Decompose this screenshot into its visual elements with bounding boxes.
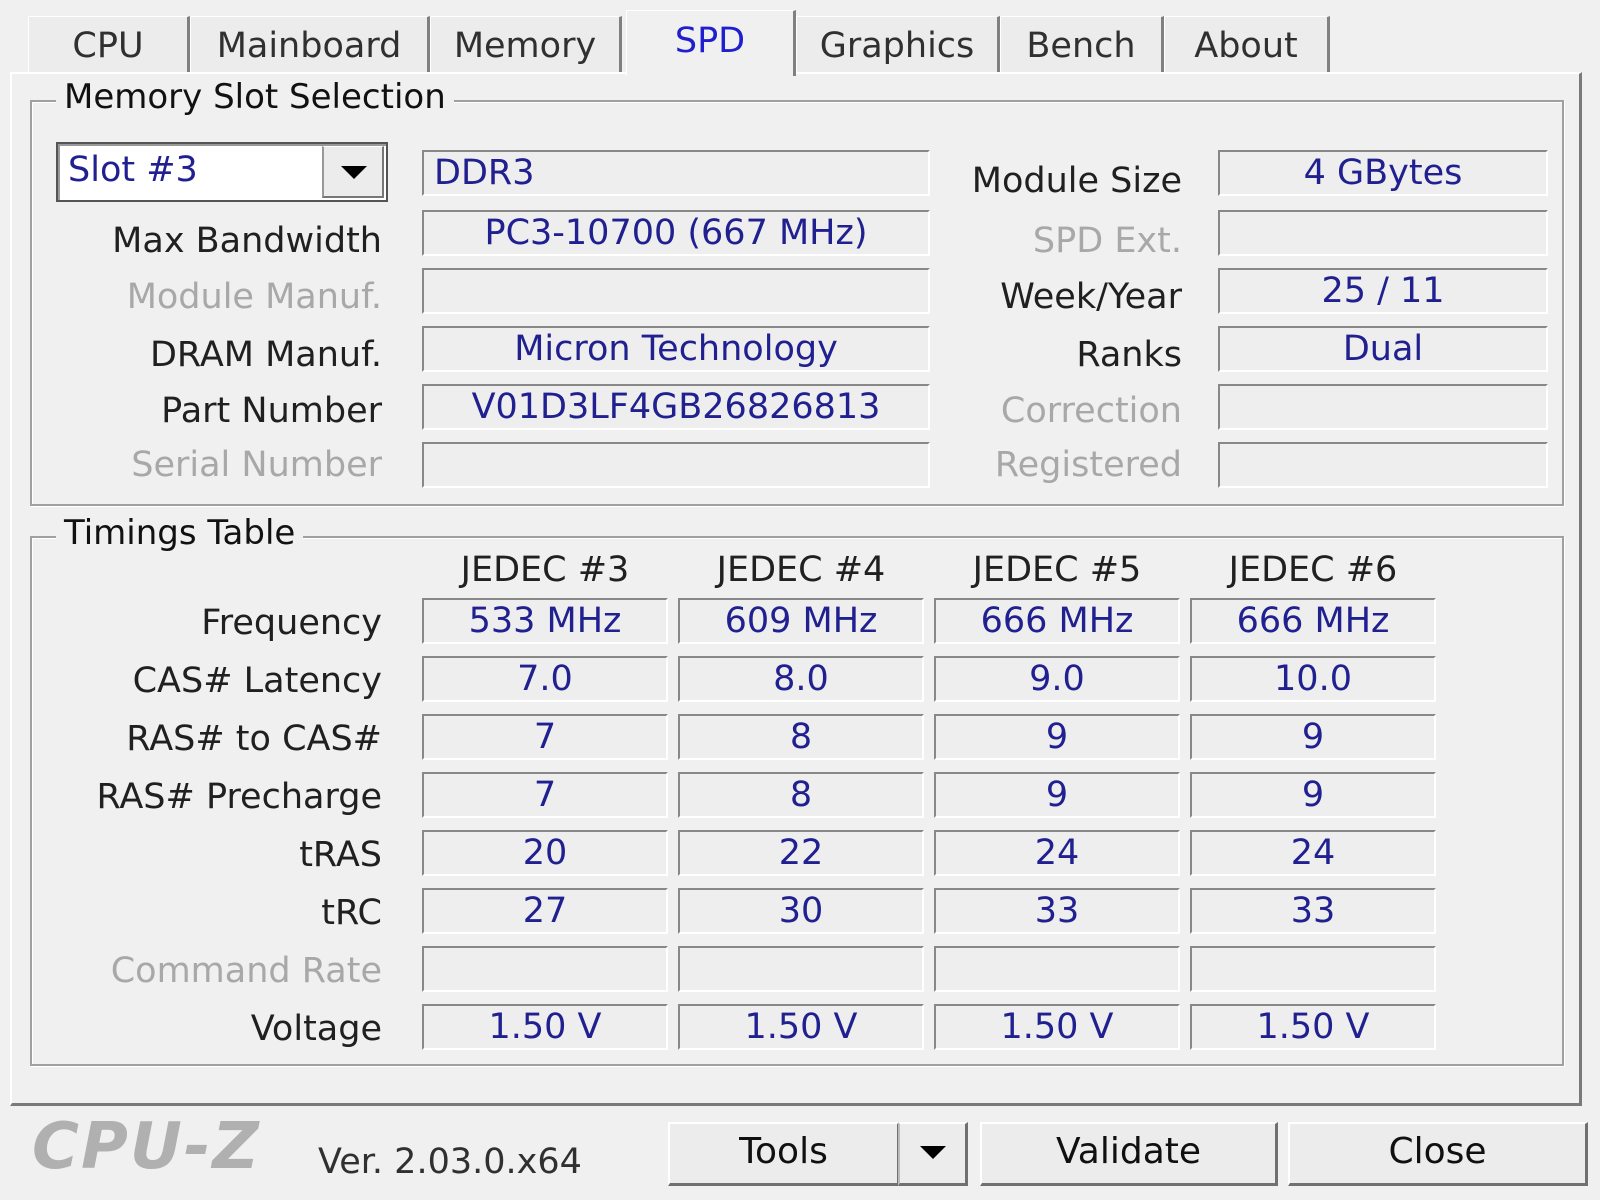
timing-cell: 9.0: [934, 656, 1180, 702]
timing-cell: 30: [678, 888, 924, 934]
timing-cell: 1.50 V: [422, 1004, 668, 1050]
timing-cell: 10.0: [1190, 656, 1436, 702]
validate-button[interactable]: Validate: [980, 1122, 1278, 1186]
timing-cell: 7: [422, 772, 668, 818]
memory-type-field: DDR3: [422, 150, 930, 196]
dram-manuf-label: DRAM Manuf.: [149, 335, 382, 375]
timing-cell: 1.50 V: [1190, 1004, 1436, 1050]
timing-cell: 666 MHz: [934, 598, 1180, 644]
week-year-field: 25 / 11: [1218, 268, 1548, 314]
timing-cell: 8: [678, 772, 924, 818]
tab-mainboard[interactable]: Mainboard: [190, 16, 430, 74]
registered-label: Registered: [994, 445, 1182, 485]
tab-bench[interactable]: Bench: [1000, 16, 1164, 74]
chevron-down-icon: [920, 1146, 946, 1159]
timings-legend: Timings Table: [56, 513, 304, 553]
module-manuf-label: Module Manuf.: [126, 277, 382, 317]
week-year-label: Week/Year: [1000, 277, 1182, 317]
timing-cell: 24: [934, 830, 1180, 876]
part-number-field: V01D3LF4GB26826813: [422, 384, 930, 430]
timing-cell: 9: [1190, 714, 1436, 760]
correction-field: [1218, 384, 1548, 430]
memory-slot-legend: Memory Slot Selection: [56, 77, 454, 117]
timing-row-label: RAS# to CAS#: [126, 719, 382, 759]
column-header: JEDEC #3: [460, 550, 630, 590]
slot-select-value: Slot #3: [68, 150, 198, 190]
timing-cell: 22: [678, 830, 924, 876]
serial-number-label: Serial Number: [131, 445, 382, 485]
tab-spd[interactable]: SPD: [626, 10, 796, 76]
timing-cell: 666 MHz: [1190, 598, 1436, 644]
column-header: JEDEC #6: [1228, 550, 1398, 590]
timing-cell: 533 MHz: [422, 598, 668, 644]
tab-cpu[interactable]: CPU: [28, 16, 190, 74]
correction-label: Correction: [1000, 391, 1182, 431]
timing-row-label: tRAS: [299, 835, 382, 875]
slot-dropdown-button[interactable]: [322, 146, 384, 198]
tools-dropdown-button[interactable]: [898, 1122, 968, 1186]
timing-row-label: Frequency: [201, 603, 382, 643]
timing-row-label: Command Rate: [110, 951, 382, 991]
tab-about[interactable]: About: [1164, 16, 1330, 74]
spd-ext-field: [1218, 210, 1548, 256]
timing-cell: 8: [678, 714, 924, 760]
timing-cell: 9: [934, 772, 1180, 818]
timing-cell: 609 MHz: [678, 598, 924, 644]
timing-row-label: Voltage: [250, 1009, 382, 1049]
timing-cell: 20: [422, 830, 668, 876]
tab-memory[interactable]: Memory: [430, 16, 622, 74]
tab-graphics[interactable]: Graphics: [796, 16, 1000, 74]
version-label: Ver. 2.03.0.x64: [318, 1142, 582, 1182]
timing-cell: 24: [1190, 830, 1436, 876]
dram-manuf-field: Micron Technology: [422, 326, 930, 372]
timing-row-label: RAS# Precharge: [96, 777, 382, 817]
slot-select[interactable]: Slot #3: [56, 142, 388, 202]
timing-cell: 9: [934, 714, 1180, 760]
registered-field: [1218, 442, 1548, 488]
max-bandwidth-field: PC3-10700 (667 MHz): [422, 210, 930, 256]
close-button[interactable]: Close: [1288, 1122, 1588, 1186]
timing-cell: 33: [1190, 888, 1436, 934]
serial-number-field: [422, 442, 930, 488]
cpuz-logo: CPU-Z: [32, 1110, 261, 1184]
timing-cell: [1190, 946, 1436, 992]
ranks-label: Ranks: [1076, 335, 1182, 375]
ranks-field: Dual: [1218, 326, 1548, 372]
column-header: JEDEC #5: [972, 550, 1142, 590]
tools-button[interactable]: Tools: [668, 1122, 900, 1186]
timing-cell: 27: [422, 888, 668, 934]
timing-cell: 9: [1190, 772, 1436, 818]
spd-ext-label: SPD Ext.: [1032, 221, 1182, 261]
module-size-label: Module Size: [971, 161, 1182, 201]
max-bandwidth-label: Max Bandwidth: [112, 221, 382, 261]
timing-cell: 1.50 V: [678, 1004, 924, 1050]
module-manuf-field: [422, 268, 930, 314]
timing-cell: [934, 946, 1180, 992]
chevron-down-icon: [341, 166, 367, 179]
timing-cell: 7.0: [422, 656, 668, 702]
timing-cell: 33: [934, 888, 1180, 934]
timing-cell: 8.0: [678, 656, 924, 702]
timing-row-label: tRC: [321, 893, 382, 933]
part-number-label: Part Number: [161, 391, 382, 431]
timing-cell: [422, 946, 668, 992]
timing-row-label: CAS# Latency: [132, 661, 382, 701]
timing-cell: 1.50 V: [934, 1004, 1180, 1050]
timing-cell: [678, 946, 924, 992]
timing-cell: 7: [422, 714, 668, 760]
module-size-field: 4 GBytes: [1218, 150, 1548, 196]
column-header: JEDEC #4: [716, 550, 886, 590]
